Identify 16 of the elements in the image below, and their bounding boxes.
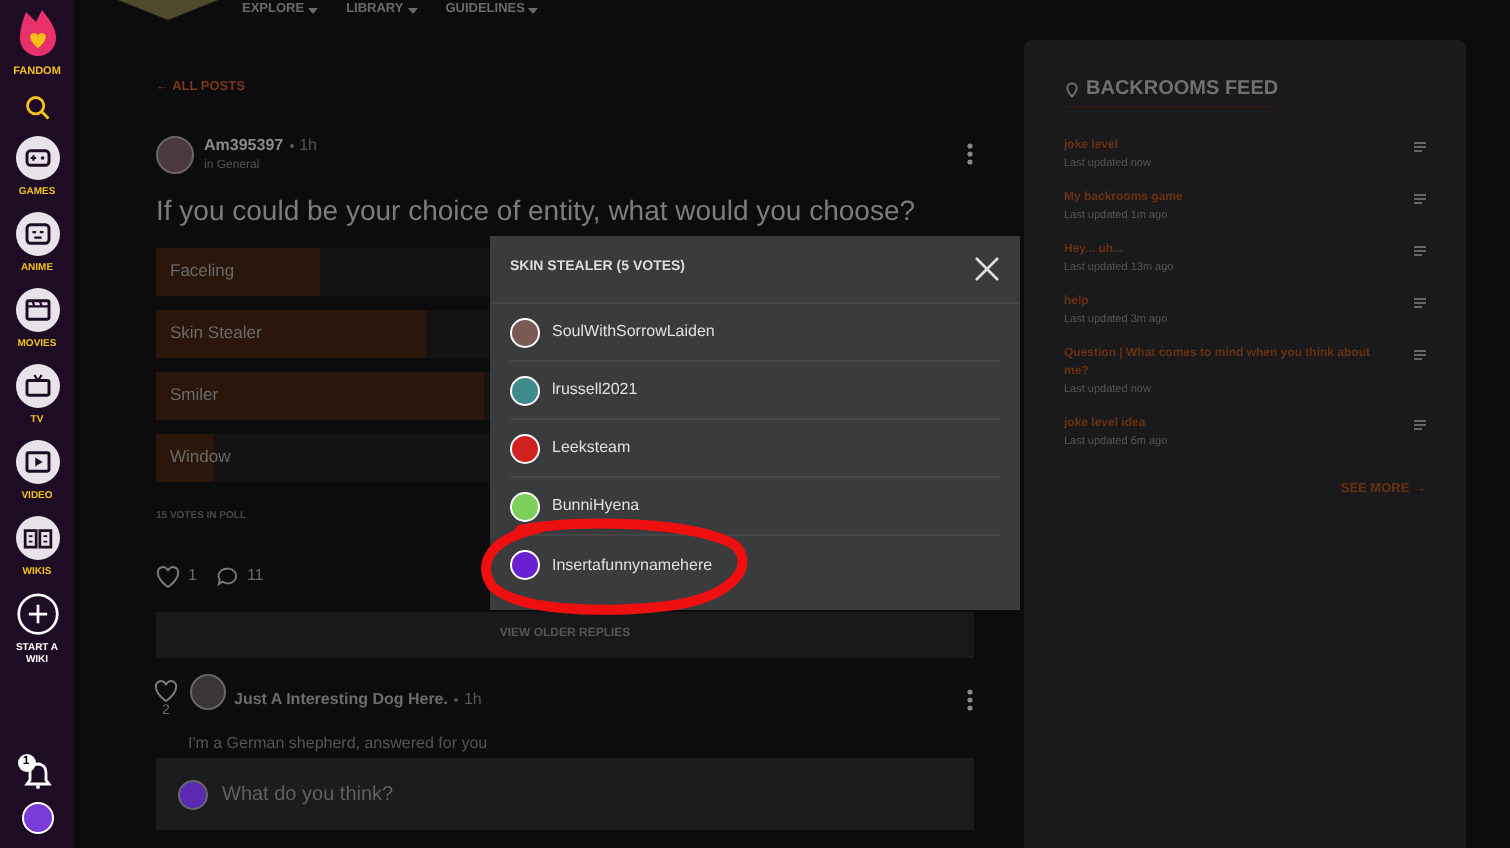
comment-count: 11 (246, 564, 264, 589)
voter-row[interactable]: BunniHyena (510, 478, 1000, 536)
voter-row[interactable]: SoulWithSorrowLaiden (510, 304, 1000, 362)
post-author[interactable]: Am395397 (204, 133, 284, 158)
voter-row[interactable]: Leeksteam (510, 420, 1000, 478)
voter-row[interactable]: Insertafunnynamehere (510, 536, 1000, 594)
reply-author[interactable]: Just A Interesting Dog Here. (234, 688, 448, 713)
comment-input[interactable]: What do you think? (222, 779, 952, 810)
comment-field[interactable]: What do you think? (156, 758, 974, 831)
like-count: 1 (188, 564, 197, 589)
post-title: If you could be your choice of entity, what would you choose? (156, 195, 918, 226)
feed-title: BACKROOMS FEED (1086, 76, 1279, 104)
post-time: 1h (299, 133, 317, 158)
reply-time: 1h (463, 688, 482, 713)
voter-row[interactable]: lrussell2021 (510, 362, 1000, 420)
reply-text: I'm a German shepherd, answered for you (188, 734, 490, 755)
